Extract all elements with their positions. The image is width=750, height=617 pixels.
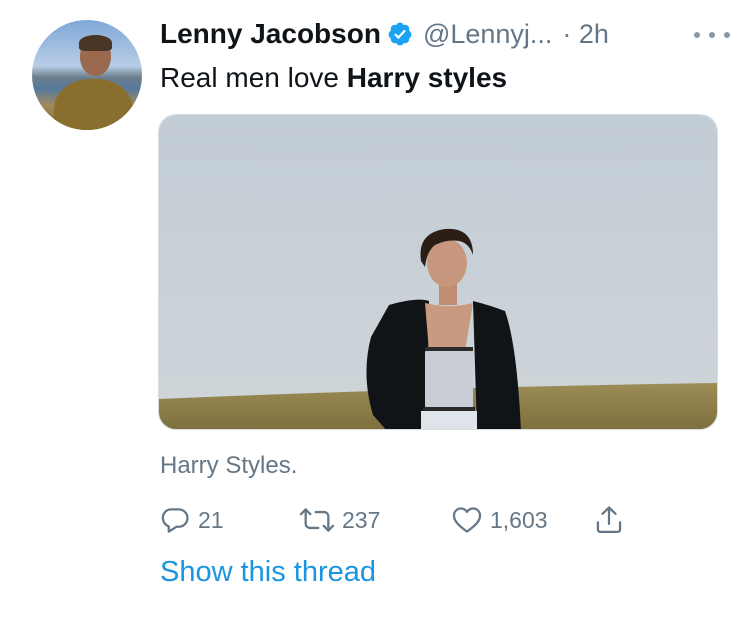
retweet-count: 237 <box>342 506 381 533</box>
author-avatar[interactable] <box>32 20 142 130</box>
like-count: 1,603 <box>490 506 548 533</box>
tweet-timestamp[interactable]: · 2h <box>562 19 609 50</box>
author-name[interactable]: Lenny Jacobson <box>160 18 381 50</box>
avatar-figure-hair <box>79 35 113 51</box>
more-dot <box>724 32 730 38</box>
share-icon <box>592 503 626 537</box>
heart-icon <box>450 503 484 537</box>
author-handle[interactable]: @Lennyj... <box>423 19 552 50</box>
tweet-text: Real men love Harry styles <box>160 60 730 96</box>
tweet-actions: 21 237 1,603 <box>158 500 638 540</box>
reply-bubble-icon <box>158 503 192 537</box>
tweet-media-image[interactable] <box>158 114 718 430</box>
avatar-figure-body <box>54 79 134 130</box>
more-dot <box>709 32 715 38</box>
verified-badge-icon <box>387 21 413 47</box>
show-thread-link[interactable]: Show this thread <box>160 556 376 589</box>
share-button[interactable] <box>592 500 626 540</box>
retweet-icon <box>298 503 336 537</box>
like-button[interactable]: 1,603 <box>450 500 548 540</box>
media-caption: Harry Styles. <box>160 452 298 479</box>
reply-count: 21 <box>198 506 224 533</box>
tweet-text-bold: Harry styles <box>346 62 508 93</box>
photo-illustration <box>159 115 717 429</box>
tweet-header: Lenny Jacobson @Lennyj... · 2h <box>160 14 730 54</box>
more-dot <box>694 32 700 38</box>
tweet-text-plain: Real men love <box>160 62 347 93</box>
more-dots-icon[interactable] <box>694 20 730 50</box>
reply-button[interactable]: 21 <box>158 500 224 540</box>
retweet-button[interactable]: 237 <box>298 500 380 540</box>
